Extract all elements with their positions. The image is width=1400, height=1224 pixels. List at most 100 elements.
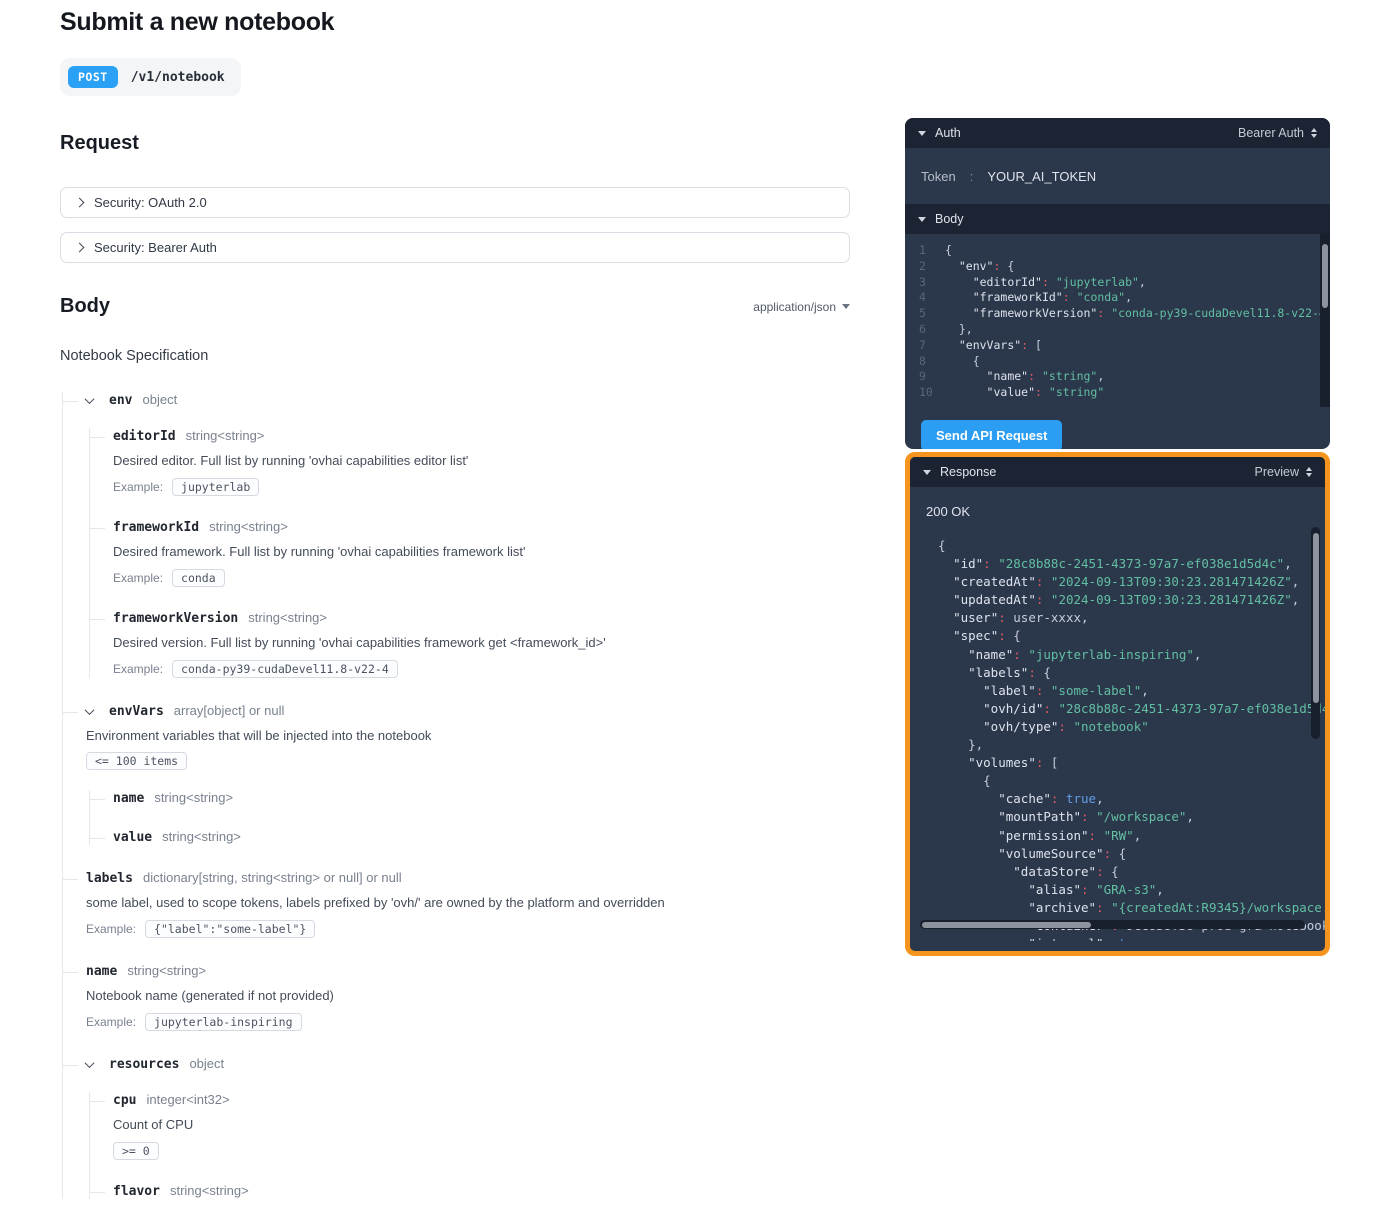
field-name: labels — [86, 871, 133, 886]
schema-field-row[interactable]: envVarsarray[object] or null — [86, 703, 850, 719]
code-line: "spec": { — [910, 627, 1325, 645]
vertical-scrollbar[interactable] — [1320, 234, 1330, 407]
code-line: { — [910, 772, 1325, 790]
token-field[interactable]: Token : YOUR_AI_TOKEN — [905, 148, 1330, 204]
scrollbar-thumb[interactable] — [922, 922, 1091, 928]
body-section-header[interactable]: Body — [905, 204, 1330, 234]
token-label: Token — [921, 169, 956, 184]
code-text: "archive": "{createdAt:R9345}/workspace. — [910, 899, 1325, 917]
chevron-right-icon — [75, 243, 85, 253]
response-body-viewer[interactable]: { "id": "28c8b88c-2451-4373-97a7-ef038e1… — [910, 523, 1325, 941]
chevron-down-icon — [923, 470, 931, 475]
response-mode-select[interactable]: Preview — [1255, 465, 1312, 479]
example-chip: conda-py39-cudaDevel11.8-v22-4 — [172, 660, 398, 678]
endpoint-path: /v1/notebook — [131, 70, 225, 85]
token-separator: : — [970, 169, 974, 184]
field-name: resources — [109, 1057, 179, 1072]
schema-field-row: namestring<string> — [113, 790, 850, 806]
code-line: 7 "envVars": [ — [905, 338, 1330, 354]
line-number: 10 — [905, 385, 939, 401]
code-line: 3 "editorId": "jupyterlab", — [905, 275, 1330, 291]
security-accordion-label: Security: OAuth 2.0 — [94, 195, 207, 210]
auth-section-header[interactable]: Auth Bearer Auth — [905, 118, 1330, 148]
code-text: "editorId": "jupyterlab", — [939, 275, 1146, 291]
field-type: integer<int32> — [146, 1092, 229, 1107]
field-description: some label, used to scope tokens, labels… — [86, 894, 850, 913]
code-text: "frameworkId": "conda", — [939, 290, 1132, 306]
code-line: "createdAt": "2024-09-13T09:30:23.281471… — [910, 573, 1325, 591]
code-text: { — [939, 354, 980, 370]
code-line: 5 "frameworkVersion": "conda-py39-cudaDe… — [905, 306, 1330, 322]
code-text: "name": "string", — [939, 369, 1104, 385]
code-line: 6 }, — [905, 322, 1330, 338]
field-type: array[object] or null — [174, 703, 285, 718]
code-line: "label": "some-label", — [910, 682, 1325, 700]
line-number: 2 — [905, 259, 939, 275]
schema-field: editorIdstring<string>Desired editor. Fu… — [90, 428, 850, 496]
code-line: "permission": "RW", — [910, 827, 1325, 845]
field-name: env — [109, 393, 132, 408]
response-section-header[interactable]: Response Preview — [910, 457, 1325, 487]
code-text: "updatedAt": "2024-09-13T09:30:23.281471… — [910, 591, 1299, 609]
example-label: Example: — [86, 1015, 136, 1029]
example-chip: conda — [172, 569, 225, 587]
code-text: "volumeSource": { — [910, 845, 1126, 863]
example-chip: jupyterlab — [172, 478, 259, 496]
code-line: "alias": "GRA-s3", — [910, 881, 1325, 899]
code-text: "env": { — [939, 259, 1014, 275]
code-line: { — [910, 537, 1325, 555]
code-text: "permission": "RW", — [910, 827, 1141, 845]
scrollbar-thumb[interactable] — [1313, 533, 1319, 703]
horizontal-scrollbar[interactable] — [920, 920, 1305, 929]
schema-field: labelsdictionary[string, string<string> … — [63, 870, 850, 938]
scrollbar-thumb[interactable] — [1322, 244, 1328, 308]
code-text: "volumes": [ — [910, 754, 1058, 772]
response-status: 200 OK — [910, 487, 1325, 523]
line-number: 6 — [905, 322, 939, 338]
auth-section-title: Auth — [935, 126, 961, 140]
docs-main: Submit a new notebook POST /v1/notebook … — [60, 8, 850, 1224]
auth-scheme-select[interactable]: Bearer Auth — [1238, 126, 1317, 140]
schema-title: Notebook Specification — [60, 348, 850, 364]
schema-field: resourcesobject cpu integer<int32> Count of… — [63, 1056, 850, 1199]
field-description: Desired version. Full list by running 'o… — [113, 634, 850, 653]
schema-field-row[interactable]: resourcesobject — [86, 1056, 850, 1072]
chevron-down-icon[interactable] — [85, 394, 95, 404]
security-accordion[interactable]: Security: OAuth 2.0 — [60, 187, 850, 218]
schema-field: frameworkVersionstring<string>Desired ve… — [90, 610, 850, 678]
chevron-down-icon — [842, 304, 850, 309]
chevron-down-icon[interactable] — [85, 1058, 95, 1068]
security-accordions: Security: OAuth 2.0 Security: Bearer Auth — [60, 187, 850, 263]
field-type: string<string> — [162, 829, 241, 844]
field-example: Example:{"label":"some-label"} — [86, 920, 850, 938]
field-description: Notebook name (generated if not provided… — [86, 987, 850, 1006]
schema-field: envVarsarray[object] or nullEnvironment … — [63, 703, 850, 846]
field-description: Count of CPU — [113, 1116, 850, 1135]
line-number: 8 — [905, 354, 939, 370]
request-body-editor[interactable]: 1{2 "env": {3 "editorId": "jupyterlab",4… — [905, 234, 1330, 407]
code-line: "id": "28c8b88c-2451-4373-97a7-ef038e1d5… — [910, 555, 1325, 573]
security-accordion[interactable]: Security: Bearer Auth — [60, 232, 850, 263]
send-api-request-button[interactable]: Send API Request — [921, 420, 1062, 449]
line-number: 3 — [905, 275, 939, 291]
code-text: "ovh/type": "notebook" — [910, 718, 1149, 736]
field-name: cpu — [113, 1093, 136, 1108]
example-chip: {"label":"some-label"} — [145, 920, 315, 938]
code-text: "cache": true, — [910, 790, 1104, 808]
content-type-select[interactable]: application/json — [753, 300, 850, 314]
field-example: Example:jupyterlab-inspiring — [86, 1013, 850, 1031]
schema-field-row: namestring<string> — [86, 963, 850, 979]
chevron-down-icon[interactable] — [85, 705, 95, 715]
updown-icon — [1306, 467, 1312, 477]
code-text: "name": "jupyterlab-inspiring", — [910, 646, 1201, 664]
field-example: Example:jupyterlab — [113, 478, 850, 496]
schema-field-row[interactable]: envobject — [86, 392, 850, 408]
field-constraint: <= 100 items — [86, 752, 850, 770]
code-text: "id": "28c8b88c-2451-4373-97a7-ef038e1d5… — [910, 555, 1292, 573]
code-text: "mountPath": "/workspace", — [910, 808, 1194, 826]
code-line: "name": "jupyterlab-inspiring", — [910, 646, 1325, 664]
code-line: 2 "env": { — [905, 259, 1330, 275]
code-line: "labels": { — [910, 664, 1325, 682]
updown-icon — [1311, 128, 1317, 138]
endpoint-pill: POST /v1/notebook — [60, 58, 241, 96]
